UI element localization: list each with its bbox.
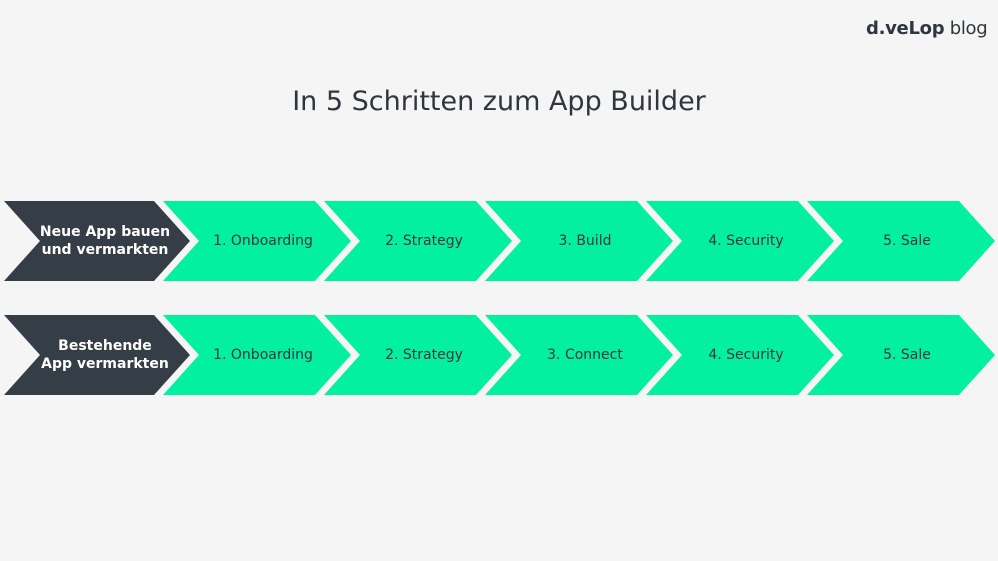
step-connect: 3. Connect — [547, 346, 623, 363]
process-row-existing-app: Bestehende App vermarkten 1. Onboarding … — [0, 315, 998, 395]
start-label-line2: und vermarkten — [41, 242, 169, 258]
process-row-new-app: Neue App bauen und vermarkten 1. Onboard… — [0, 201, 998, 281]
dvelop-blog-logo: d.veLop blog — [866, 18, 988, 39]
start-label-line1: Bestehende — [58, 337, 152, 354]
page-title: In 5 Schritten zum App Builder — [292, 86, 706, 117]
step-onboarding: 1. Onboarding — [213, 232, 313, 249]
logo-brand: d.veLop — [866, 18, 945, 39]
step-build: 3. Build — [558, 232, 612, 249]
step-sale: 5. Sale — [883, 232, 931, 249]
start-chevron-label: Bestehende App vermarkten — [30, 315, 180, 395]
step-strategy: 2. Strategy — [385, 232, 463, 249]
step-strategy: 2. Strategy — [385, 346, 463, 363]
step-security: 4. Security — [708, 346, 784, 363]
step-onboarding: 1. Onboarding — [213, 346, 313, 363]
step-sale: 5. Sale — [883, 346, 931, 363]
logo-suffix: blog — [944, 18, 988, 39]
start-label-line1: Neue App bauen — [39, 223, 171, 240]
step-security: 4. Security — [708, 232, 784, 249]
start-chevron-label: Neue App bauen und vermarkten — [30, 201, 180, 281]
start-label-line2: App vermarkten — [41, 356, 169, 372]
